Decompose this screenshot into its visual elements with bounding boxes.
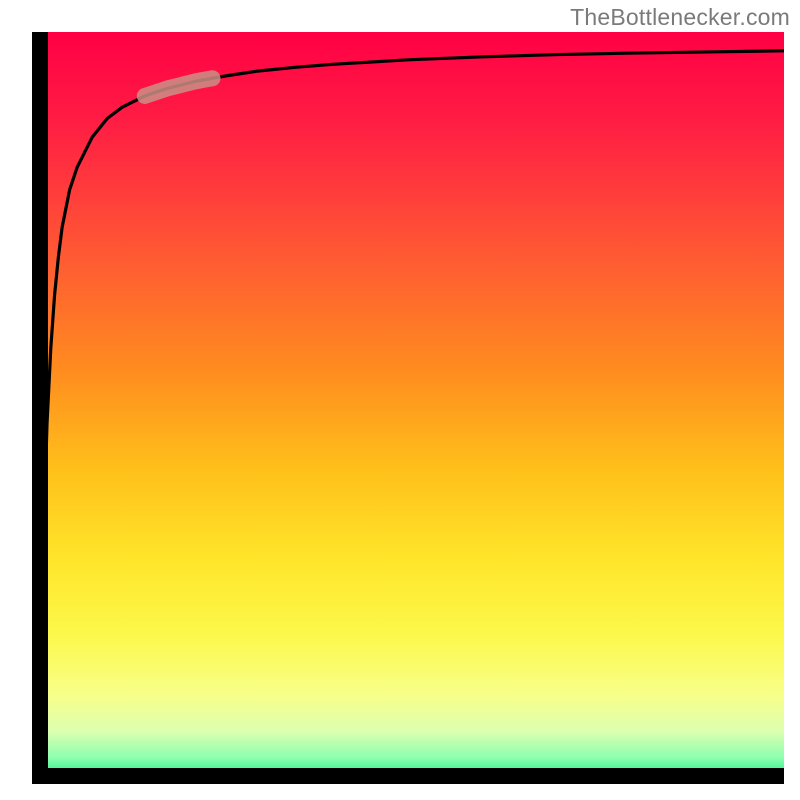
- watermark-label: TheBottlenecker.com: [570, 4, 790, 31]
- gradient-background: [32, 32, 784, 784]
- chart-root: TheBottlenecker.com: [0, 0, 800, 800]
- plot-area: [32, 32, 784, 784]
